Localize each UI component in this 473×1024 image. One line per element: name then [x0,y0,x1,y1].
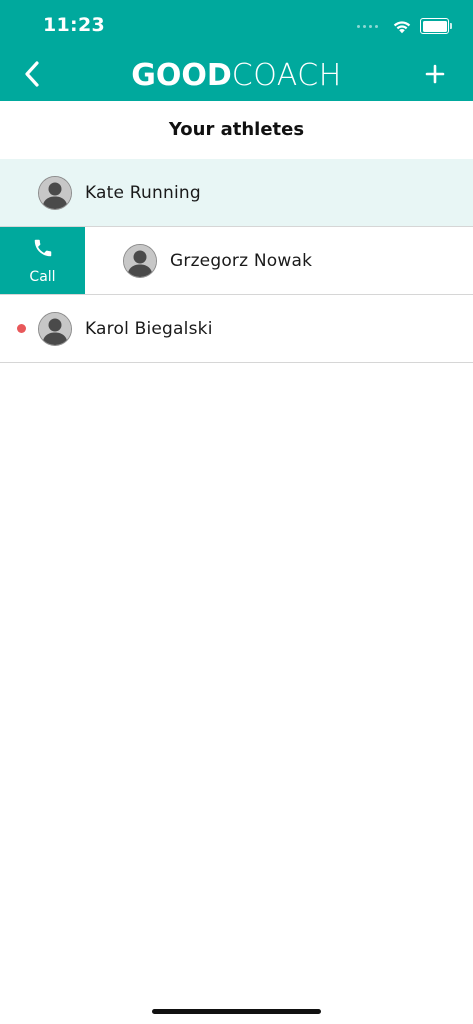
athlete-row-grzegorz-nowak[interactable]: Call Grzegorz Nowak [0,227,473,295]
athlete-row-karol-biegalski[interactable]: Karol Biegalski [0,295,473,363]
logo-light-text: COACH [231,58,342,93]
avatar [123,243,157,278]
call-label: Call [29,268,56,285]
status-icons [357,16,452,36]
athlete-name: Grzegorz Nowak [170,250,313,271]
avatar [38,311,72,346]
athlete-row-content: Kate Running [0,159,473,226]
athlete-row-content: Grzegorz Nowak [85,227,473,294]
home-indicator[interactable] [152,1009,321,1014]
plus-icon [425,64,445,88]
app-logo: GOODCOACH [0,58,473,94]
athlete-row-content: Karol Biegalski [0,295,473,362]
athlete-row-kate-running[interactable]: Kate Running [0,159,473,227]
cellular-signal-icon [357,24,378,28]
page-title: Your athletes [168,119,305,140]
app-header: 11:23 GOODCOACH [0,0,473,101]
call-button[interactable]: Call [0,227,85,294]
phone-icon [32,237,54,263]
wifi-icon [392,19,412,34]
logo-bold-text: GOOD [131,58,232,93]
athlete-name: Kate Running [85,182,201,203]
battery-icon [420,18,452,34]
athlete-list: Kate Running Call Grzegorz Nowak Karol B… [0,159,473,363]
add-athlete-button[interactable] [417,58,453,94]
screen: 11:23 GOODCOACH Your athletes Kate Runni… [0,0,473,1024]
athlete-name: Karol Biegalski [85,318,213,339]
status-time: 11:23 [43,14,105,36]
avatar [38,175,72,210]
